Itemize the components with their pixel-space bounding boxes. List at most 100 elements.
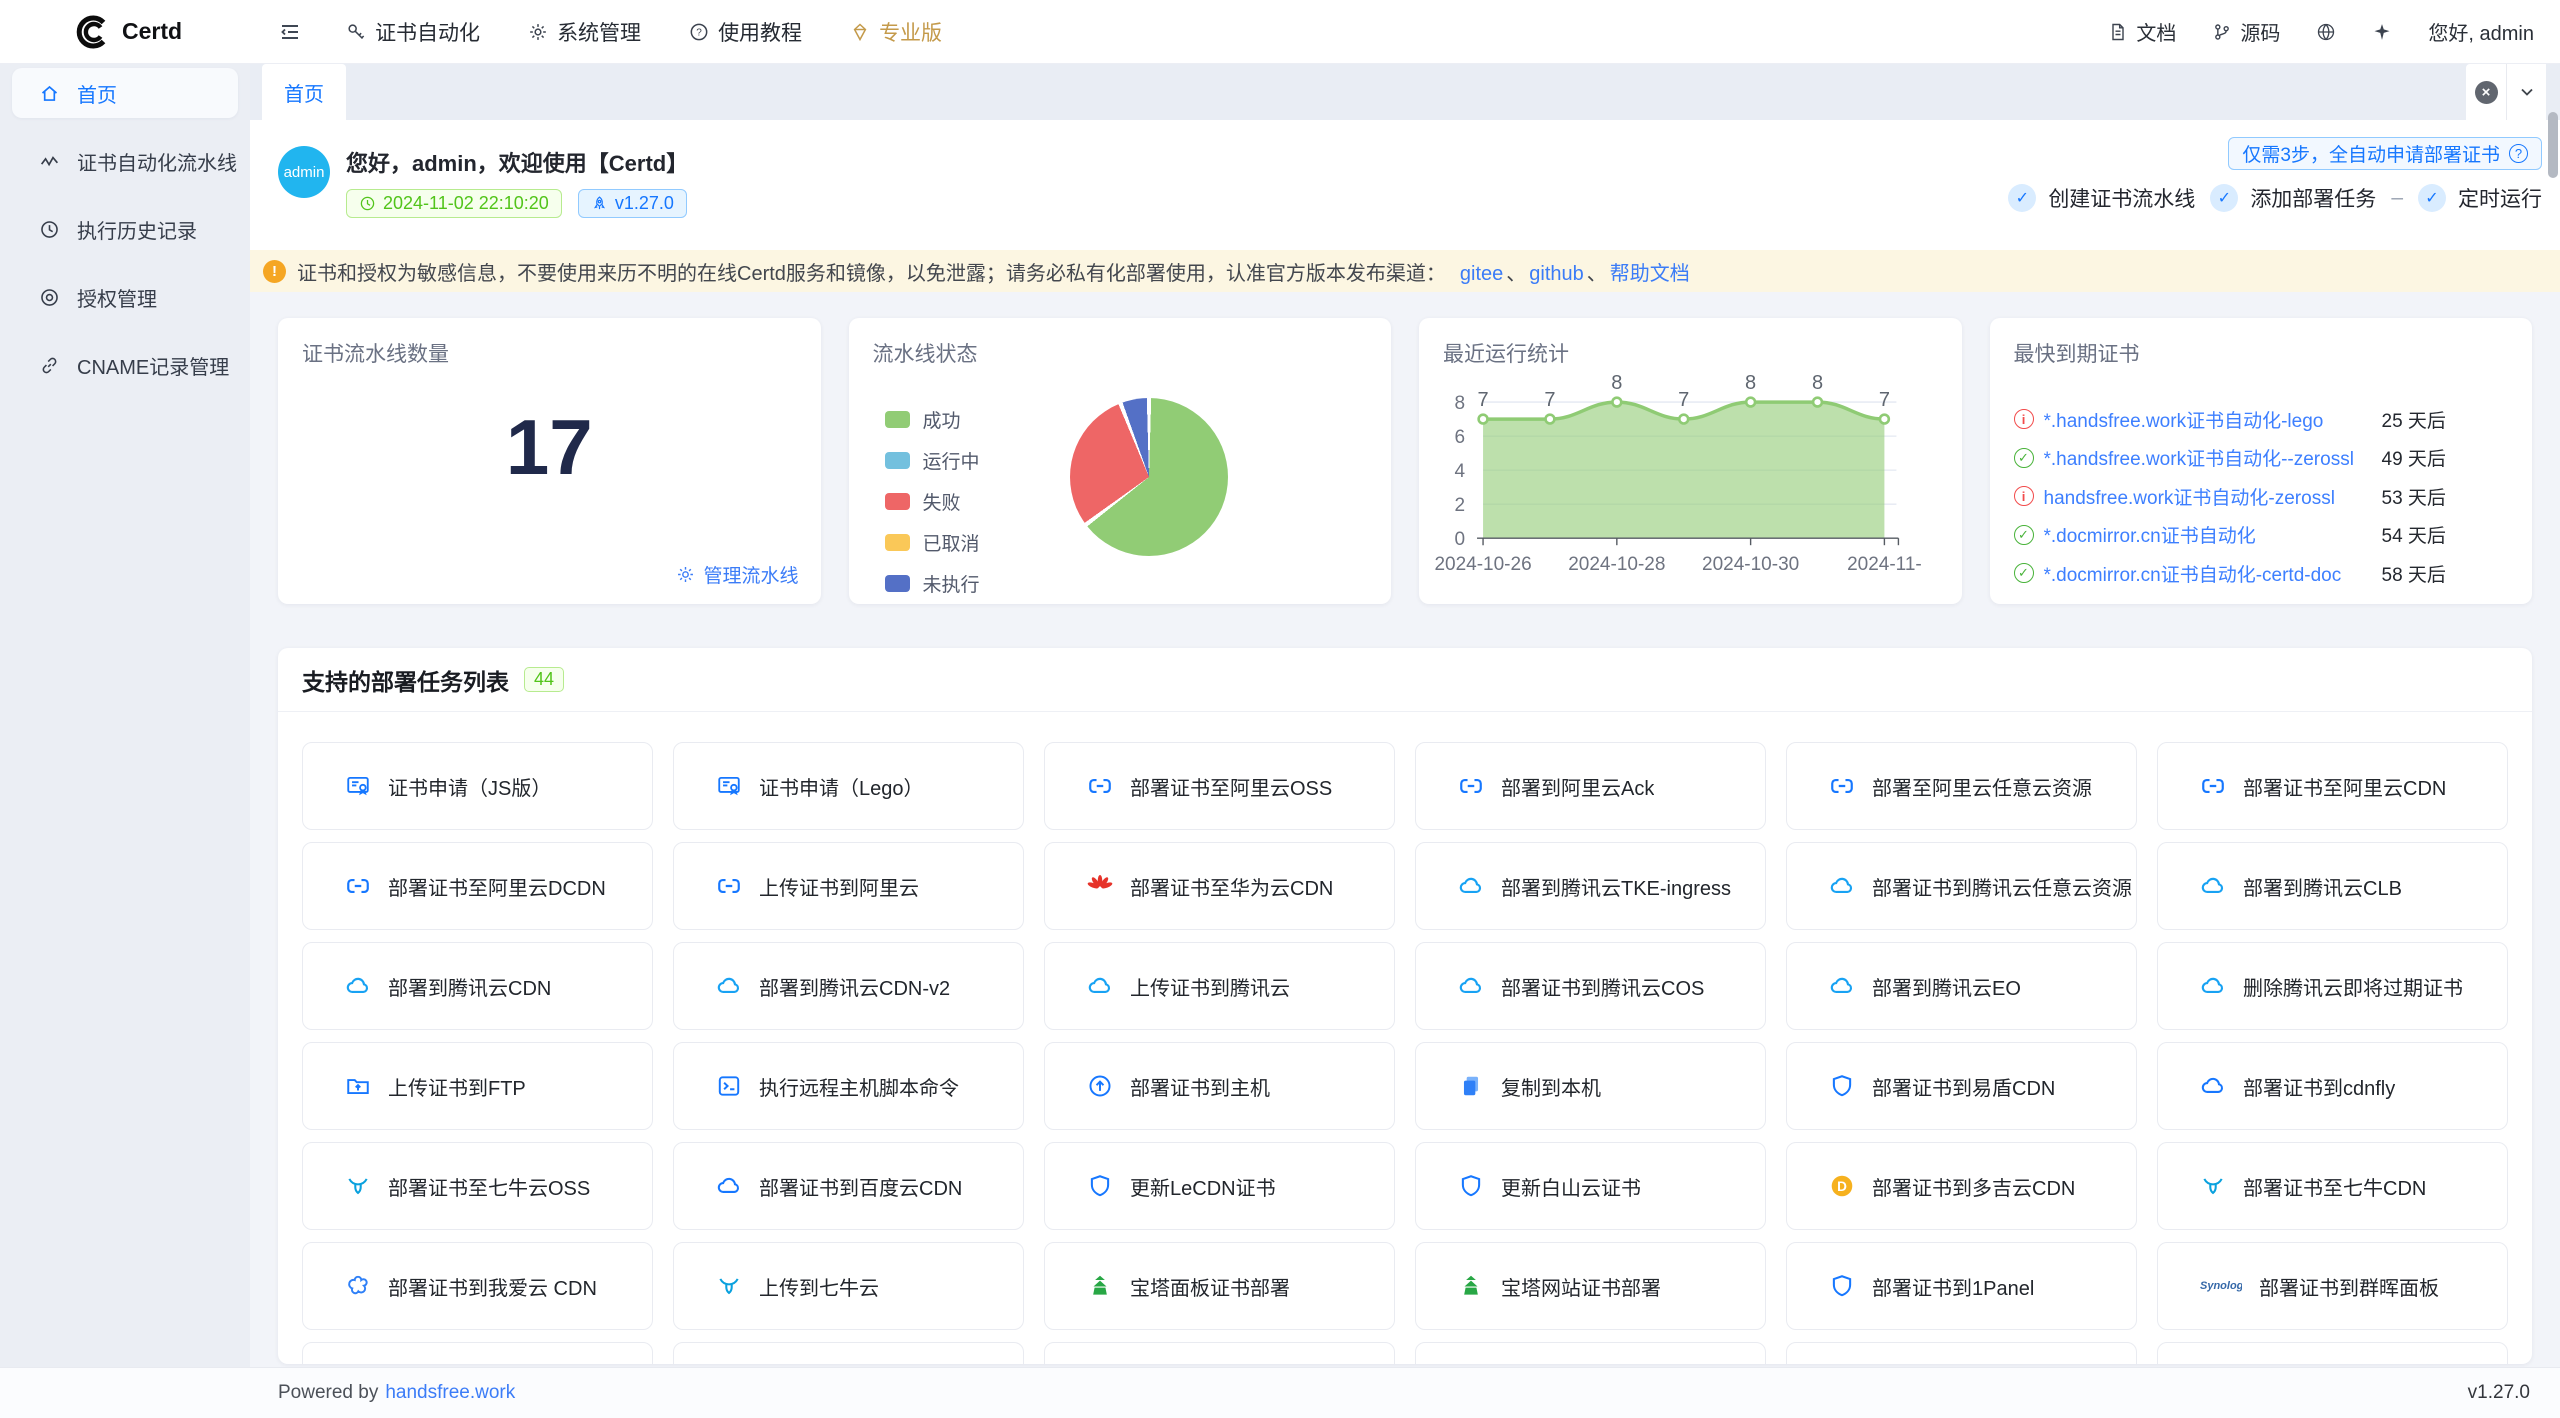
tasks-grid: 证书申请（JS版）证书申请（Lego）部署证书至阿里云OSS部署到阿里云Ack部… bbox=[278, 712, 2532, 1364]
task-card-15[interactable]: 上传证书到腾讯云 bbox=[1044, 942, 1395, 1030]
user-greeting[interactable]: 您好, admin bbox=[2428, 17, 2534, 46]
cert-link[interactable]: handsfree.work证书自动化-zerossl bbox=[2044, 483, 2382, 510]
task-card-1[interactable]: 证书申请（JS版） bbox=[302, 742, 653, 830]
check-circle-icon: ✓ bbox=[2014, 525, 2034, 545]
task-card-5[interactable]: 部署至阿里云任意云资源 bbox=[1786, 742, 2137, 830]
task-card-30[interactable]: 部署证书至七牛CDN bbox=[2157, 1142, 2508, 1230]
task-card-16[interactable]: 部署证书到腾讯云COS bbox=[1415, 942, 1766, 1030]
check-circle-icon: ✓ bbox=[2014, 448, 2034, 468]
close-tab-button[interactable]: × bbox=[2466, 64, 2506, 120]
task-card-32[interactable]: 上传到七牛云 bbox=[673, 1242, 1024, 1330]
task-card-clipped[interactable] bbox=[1044, 1342, 1395, 1364]
legend-item-3[interactable]: 失败 bbox=[885, 488, 980, 515]
notice-link-3[interactable]: 帮助文档 bbox=[1610, 263, 1690, 285]
welcome-right: 仅需3步，全自动申请部署证书 ? ✓创建证书流水线✓添加部署任务–✓定时运行 bbox=[2008, 137, 2542, 213]
sidebar-item-3[interactable]: 执行历史记录 bbox=[12, 204, 238, 254]
cert-link[interactable]: *.handsfree.work证书自动化--zerossl bbox=[2044, 444, 2382, 471]
aliyun-icon bbox=[1458, 773, 1484, 799]
task-card-22[interactable]: 复制到本机 bbox=[1415, 1042, 1766, 1130]
task-card-24[interactable]: 部署证书到cdnfly bbox=[2157, 1042, 2508, 1130]
scrollbar-thumb[interactable] bbox=[2548, 112, 2558, 178]
task-card-10[interactable]: 部署到腾讯云TKE-ingress bbox=[1415, 842, 1766, 930]
pipeline-status-card: 流水线状态 成功运行中失败已取消未执行 bbox=[849, 318, 1392, 604]
header-link-1[interactable]: 文档 bbox=[2108, 17, 2176, 46]
task-card-19[interactable]: 上传证书到FTP bbox=[302, 1042, 653, 1130]
task-card-17[interactable]: 部署到腾讯云EO bbox=[1786, 942, 2137, 1030]
task-card-7[interactable]: 部署证书至阿里云DCDN bbox=[302, 842, 653, 930]
menu-item-1[interactable]: 证书自动化 bbox=[346, 17, 480, 47]
notice-link-2[interactable]: github bbox=[1529, 263, 1584, 285]
task-card-13[interactable]: 部署到腾讯云CDN bbox=[302, 942, 653, 1030]
task-card-35[interactable]: 部署证书到1Panel bbox=[1786, 1242, 2137, 1330]
cert-days: 49 天后 bbox=[2382, 444, 2446, 471]
task-card-18[interactable]: 删除腾讯云即将过期证书 bbox=[2157, 942, 2508, 1030]
task-card-12[interactable]: 部署到腾讯云CLB bbox=[2157, 842, 2508, 930]
legend-item-4[interactable]: 已取消 bbox=[885, 529, 980, 556]
collapse-menu-icon[interactable] bbox=[278, 20, 302, 44]
svg-text:7: 7 bbox=[1477, 389, 1488, 411]
promo-badge[interactable]: 仅需3步，全自动申请部署证书 ? bbox=[2228, 137, 2542, 170]
task-card-clipped[interactable] bbox=[1415, 1342, 1766, 1364]
task-card-21[interactable]: 部署证书到主机 bbox=[1044, 1042, 1395, 1130]
runs-area-chart: 024682024-10-262024-10-282024-10-302024-… bbox=[1419, 318, 1961, 604]
cert-link[interactable]: *.handsfree.work证书自动化-lego bbox=[2044, 406, 2382, 433]
sidebar-item-4[interactable]: 授权管理 bbox=[12, 272, 238, 322]
tasks-header: 支持的部署任务列表 44 bbox=[278, 648, 2532, 712]
task-card-26[interactable]: 部署证书到百度云CDN bbox=[673, 1142, 1024, 1230]
task-card-29[interactable]: D部署证书到多吉云CDN bbox=[1786, 1142, 2137, 1230]
powered-by-text: Powered by bbox=[278, 1382, 378, 1404]
task-card-33[interactable]: 宝塔面板证书部署 bbox=[1044, 1242, 1395, 1330]
task-card-8[interactable]: 上传证书到阿里云 bbox=[673, 842, 1024, 930]
aliyun-icon bbox=[2200, 773, 2226, 799]
legend-item-1[interactable]: 成功 bbox=[885, 406, 980, 433]
tasks-card: 支持的部署任务列表 44 证书申请（JS版）证书申请（Lego）部署证书至阿里云… bbox=[278, 648, 2532, 1364]
task-card-9[interactable]: 部署证书至华为云CDN bbox=[1044, 842, 1395, 930]
task-card-clipped[interactable] bbox=[673, 1342, 1024, 1364]
status-pie-chart bbox=[1070, 398, 1228, 556]
task-card-clipped[interactable] bbox=[302, 1342, 653, 1364]
task-card-25[interactable]: 部署证书至七牛云OSS bbox=[302, 1142, 653, 1230]
cert-link[interactable]: *.docmirror.cn证书自动化 bbox=[2044, 521, 2382, 548]
menu-item-2[interactable]: 系统管理 bbox=[528, 17, 641, 47]
bt-icon bbox=[1458, 1273, 1484, 1299]
tab-menu-button[interactable] bbox=[2506, 64, 2546, 120]
task-card-27[interactable]: 更新LeCDN证书 bbox=[1044, 1142, 1395, 1230]
globe-button[interactable] bbox=[2316, 22, 2336, 42]
host-icon bbox=[1087, 1073, 1113, 1099]
menu-item-4[interactable]: 专业版 bbox=[850, 17, 942, 47]
cert-link[interactable]: *.docmirror.cn证书自动化-certd-doc bbox=[2044, 560, 2382, 587]
sidebar-item-5[interactable]: CNAME记录管理 bbox=[12, 340, 238, 390]
legend-item-5[interactable]: 未执行 bbox=[885, 570, 980, 597]
card-title: 证书流水线数量 bbox=[302, 338, 449, 368]
cloud-icon bbox=[716, 1173, 742, 1199]
manage-pipelines-link[interactable]: 管理流水线 bbox=[676, 561, 798, 588]
task-card-14[interactable]: 部署到腾讯云CDN-v2 bbox=[673, 942, 1024, 1030]
task-card-36[interactable]: Synology部署证书到群晖面板 bbox=[2157, 1242, 2508, 1330]
task-card-28[interactable]: 更新白山云证书 bbox=[1415, 1142, 1766, 1230]
header-link-2[interactable]: 源码 bbox=[2212, 17, 2280, 46]
task-card-20[interactable]: 执行远程主机脚本命令 bbox=[673, 1042, 1024, 1130]
menu-item-3[interactable]: ?使用教程 bbox=[689, 17, 802, 47]
copy-icon bbox=[1458, 1073, 1484, 1099]
notice-link-1[interactable]: gitee bbox=[1460, 263, 1503, 285]
handsfree-link[interactable]: handsfree.work bbox=[385, 1382, 515, 1404]
script-icon bbox=[716, 1073, 742, 1099]
task-card-clipped[interactable] bbox=[1786, 1342, 2137, 1364]
task-card-11[interactable]: 部署证书到腾讯云任意云资源 bbox=[1786, 842, 2137, 930]
theme-button[interactable] bbox=[2372, 22, 2392, 42]
sidebar-item-2[interactable]: 证书自动化流水线 bbox=[12, 136, 238, 186]
task-card-2[interactable]: 证书申请（Lego） bbox=[673, 742, 1024, 830]
task-card-34[interactable]: 宝塔网站证书部署 bbox=[1415, 1242, 1766, 1330]
task-card-31[interactable]: 部署证书到我爱云 CDN bbox=[302, 1242, 653, 1330]
sidebar-item-1[interactable]: 首页 bbox=[12, 68, 238, 118]
task-card-4[interactable]: 部署到阿里云Ack bbox=[1415, 742, 1766, 830]
task-card-6[interactable]: 部署证书至阿里云CDN bbox=[2157, 742, 2508, 830]
legend-item-2[interactable]: 运行中 bbox=[885, 447, 980, 474]
tab-home[interactable]: 首页 bbox=[262, 64, 346, 120]
task-card-3[interactable]: 部署证书至阿里云OSS bbox=[1044, 742, 1395, 830]
doc-icon bbox=[2108, 22, 2128, 42]
gear-icon bbox=[528, 22, 548, 42]
task-card-23[interactable]: 部署证书到易盾CDN bbox=[1786, 1042, 2137, 1130]
welcome-title: 您好，admin，欢迎使用【Certd】 bbox=[346, 146, 688, 178]
task-card-clipped[interactable] bbox=[2157, 1342, 2508, 1364]
